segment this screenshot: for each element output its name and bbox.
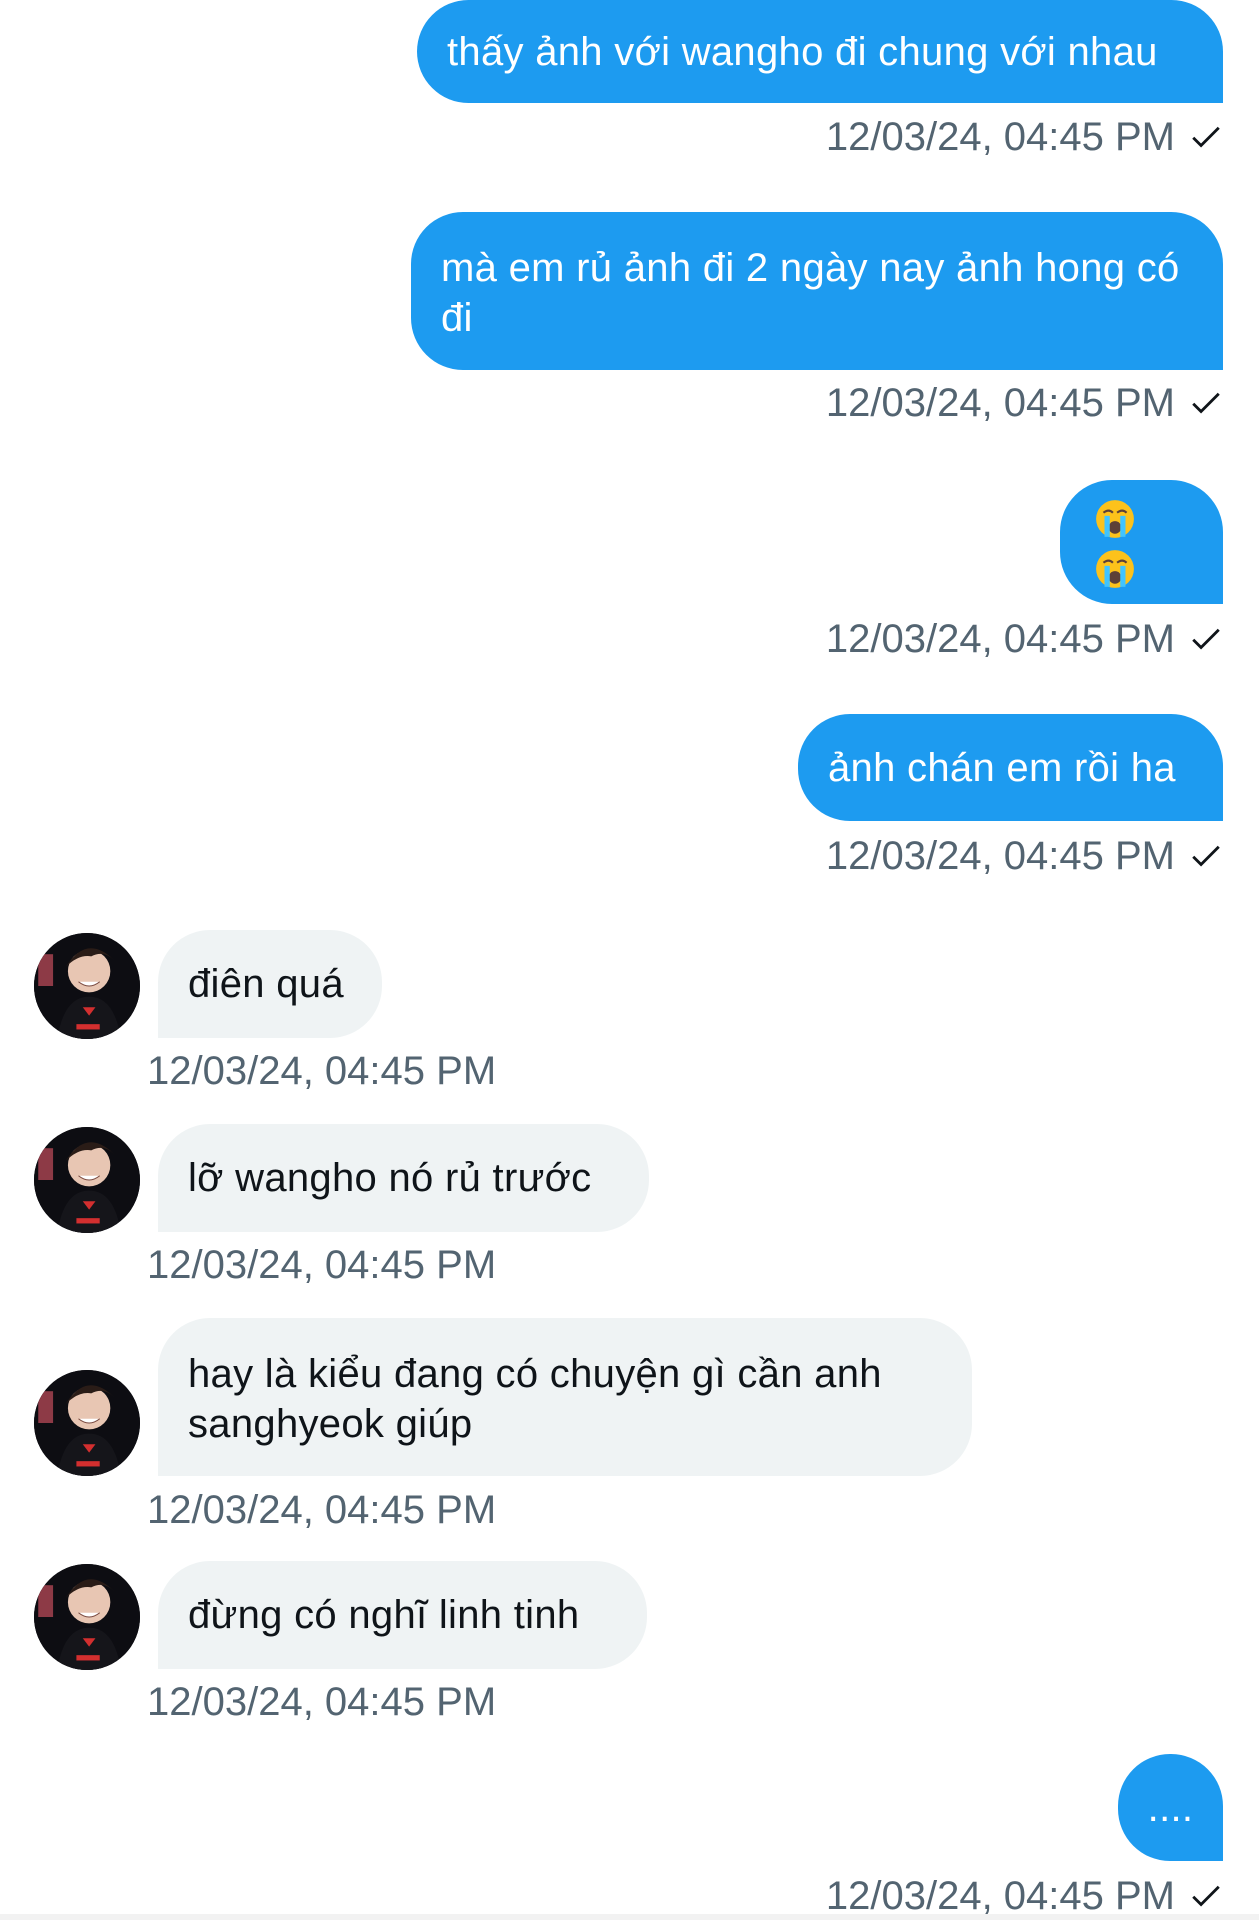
profile-avatar[interactable] <box>34 1370 140 1476</box>
message-timestamp: 12/03/24, 04:45 PM <box>147 1680 497 1724</box>
outgoing-message: .... 12/03/24, 04:45 PM <box>0 1754 1259 1920</box>
message-meta: 12/03/24, 04:45 PM <box>147 1241 496 1289</box>
message-text: đừng có nghĩ linh tinh <box>188 1593 580 1637</box>
check-icon <box>1192 126 1220 148</box>
message-timestamp: 12/03/24, 04:45 PM <box>825 1874 1175 1918</box>
profile-avatar[interactable] <box>34 933 140 1039</box>
check-icon <box>1192 1885 1220 1907</box>
message-bubble[interactable] <box>1060 480 1223 604</box>
outgoing-message: mà em rủ ảnh đi 2 ngày nay ảnh hong có đ… <box>0 212 1259 432</box>
loudly-crying-face-icon <box>1096 550 1134 589</box>
incoming-message: hay là kiểu đang có chuyện gì cần anh sa… <box>0 1318 1259 1548</box>
incoming-message: đừng có nghĩ linh tinh 12/03/24, 04:45 P… <box>0 1561 1259 1731</box>
message-bubble[interactable]: .... <box>1118 1754 1223 1861</box>
message-text: hay là kiểu đang có chuyện gì cần anh sa… <box>188 1352 894 1446</box>
message-meta: 12/03/24, 04:45 PM <box>826 1872 1223 1920</box>
message-bubble[interactable]: đừng có nghĩ linh tinh <box>158 1561 647 1669</box>
message-timestamp: 12/03/24, 04:45 PM <box>825 617 1175 661</box>
outgoing-message: thấy ảnh với wangho đi chung với nhau 12… <box>0 0 1259 159</box>
message-text: thấy ảnh với wangho đi chung với nhau <box>447 29 1158 74</box>
message-bubble[interactable]: thấy ảnh với wangho đi chung với nhau <box>417 0 1223 103</box>
message-meta: 12/03/24, 04:45 PM <box>826 113 1223 161</box>
message-text: ảnh chán em rồi ha <box>828 745 1176 790</box>
outgoing-message: 12/03/24, 04:45 PM <box>0 480 1259 670</box>
message-text: điên quá <box>188 962 344 1006</box>
message-timestamp: 12/03/24, 04:45 PM <box>147 1243 497 1287</box>
avatar-image <box>34 1370 140 1476</box>
check-icon <box>1192 392 1220 414</box>
message-bubble[interactable]: hay là kiểu đang có chuyện gì cần anh sa… <box>158 1318 972 1476</box>
message-bubble[interactable]: mà em rủ ảnh đi 2 ngày nay ảnh hong có đ… <box>411 212 1223 370</box>
check-icon <box>1192 845 1220 867</box>
incoming-message: điên quá 12/03/24, 04:45 PM <box>0 930 1259 1100</box>
message-meta: 12/03/24, 04:45 PM <box>826 379 1223 427</box>
message-timestamp: 12/03/24, 04:45 PM <box>147 1049 497 1093</box>
message-meta: 12/03/24, 04:45 PM <box>147 1047 496 1095</box>
loudly-crying-face-icon <box>1096 500 1134 539</box>
message-meta: 12/03/24, 04:45 PM <box>147 1486 496 1534</box>
message-text: lỡ wangho nó rủ trước <box>188 1156 592 1200</box>
message-text-emoji <box>1087 492 1196 592</box>
message-timestamp: 12/03/24, 04:45 PM <box>825 834 1175 878</box>
message-text: mà em rủ ảnh đi 2 ngày nay ảnh hong có đ… <box>441 246 1191 340</box>
bottom-divider <box>0 1914 1259 1920</box>
avatar-image <box>34 1564 140 1670</box>
message-bubble[interactable]: lỡ wangho nó rủ trước <box>158 1124 649 1232</box>
avatar-image <box>34 1127 140 1233</box>
check-icon <box>1192 628 1220 650</box>
message-meta: 12/03/24, 04:45 PM <box>147 1678 496 1726</box>
message-meta: 12/03/24, 04:45 PM <box>826 832 1223 880</box>
message-timestamp: 12/03/24, 04:45 PM <box>825 115 1175 159</box>
message-timestamp: 12/03/24, 04:45 PM <box>825 381 1175 425</box>
profile-avatar[interactable] <box>34 1564 140 1670</box>
incoming-message: lỡ wangho nó rủ trước 12/03/24, 04:45 PM <box>0 1124 1259 1294</box>
message-timestamp: 12/03/24, 04:45 PM <box>147 1488 497 1532</box>
avatar-image <box>34 933 140 1039</box>
conversation-thread[interactable]: thấy ảnh với wangho đi chung với nhau 12… <box>0 0 1259 1920</box>
message-text: .... <box>1147 1785 1194 1830</box>
message-meta: 12/03/24, 04:45 PM <box>826 615 1223 663</box>
outgoing-message: ảnh chán em rồi ha 12/03/24, 04:45 PM <box>0 714 1259 884</box>
message-bubble[interactable]: ảnh chán em rồi ha <box>798 714 1223 821</box>
message-bubble[interactable]: điên quá <box>158 930 382 1038</box>
profile-avatar[interactable] <box>34 1127 140 1233</box>
